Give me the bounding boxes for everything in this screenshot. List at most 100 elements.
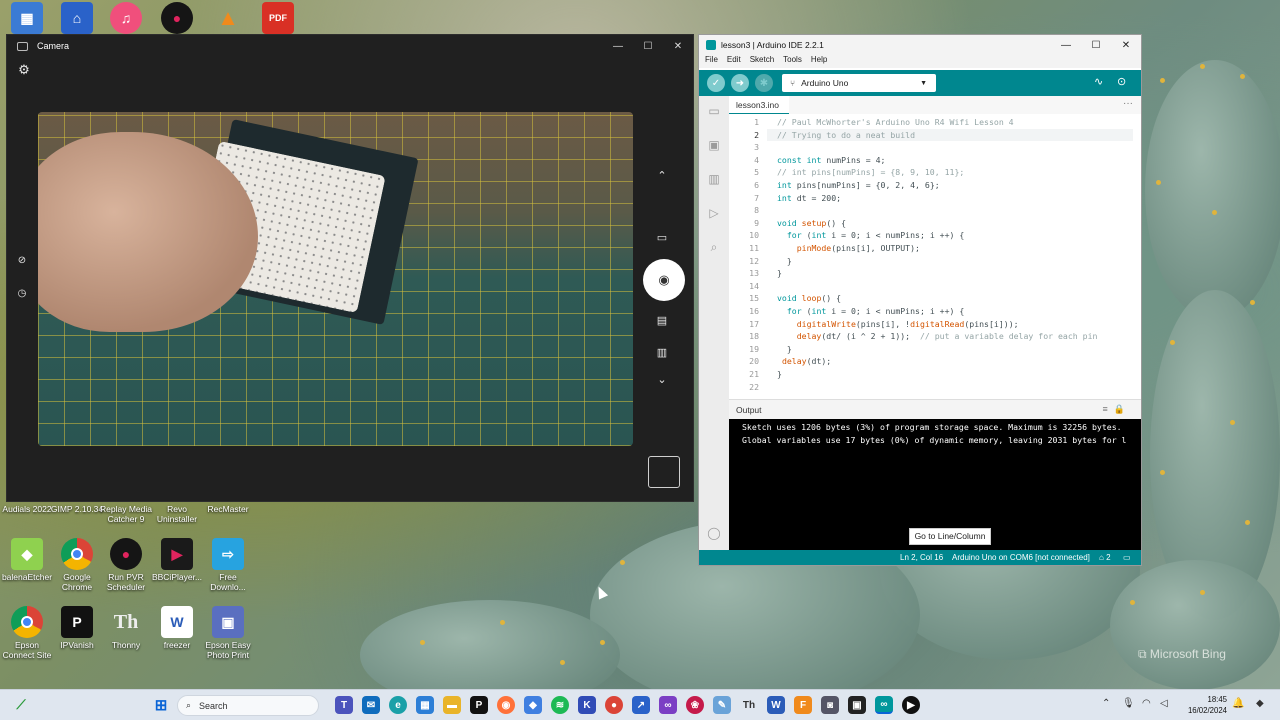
minimize-button[interactable]: — — [603, 35, 633, 57]
microphone-icon[interactable]: 🎙 — [1122, 698, 1135, 709]
clock[interactable]: 18:45 16/02/2024 — [1179, 694, 1227, 716]
arduino-ide-window[interactable]: lesson3 | Arduino IDE 2.2.1 — ☐ ✕ File E… — [698, 34, 1142, 566]
barcode-icon[interactable]: ▥ — [652, 346, 672, 359]
minimize-button[interactable]: — — [1051, 35, 1081, 55]
thonny-shortcut[interactable]: Th Thonny — [99, 606, 153, 651]
shutter-button[interactable]: ◉ — [643, 259, 685, 301]
ipvanish-shortcut[interactable]: P IPVanish — [50, 606, 104, 650]
notification-bell-icon[interactable]: 🔔 — [1232, 698, 1244, 709]
serial-monitor-icon[interactable]: ⊙ — [1117, 75, 1126, 88]
menu-tools[interactable]: Tools — [783, 55, 802, 68]
menu-file[interactable]: File — [705, 55, 718, 68]
balena-etcher-shortcut[interactable]: ◆ balenaEtcher — [0, 538, 54, 582]
mail-icon[interactable]: ✉ — [362, 696, 380, 714]
serial-plotter-icon[interactable]: ∿ — [1094, 75, 1103, 88]
kicad-icon[interactable]: K — [578, 696, 596, 714]
chrome-shortcut[interactable]: Google Chrome — [50, 538, 104, 592]
fusion-icon[interactable]: F — [794, 696, 812, 714]
output-console[interactable]: Sketch uses 1206 bytes (3%) of program s… — [729, 419, 1141, 551]
code-text: delay(dt/ (i ^ 2 + 1)); // put a variabl… — [796, 331, 1098, 342]
tray-overflow-icon[interactable]: ⌃ — [1102, 698, 1110, 709]
boards-manager-icon[interactable]: ▣ — [706, 138, 722, 154]
folder-icon[interactable]: ▭ — [706, 104, 722, 120]
gallery-thumbnail[interactable] — [648, 456, 680, 488]
go-to-line-tooltip[interactable]: Go to Line/Column — [909, 528, 991, 545]
bbc-iplayer-shortcut[interactable]: ▶ BBCiPlayer... — [150, 538, 204, 582]
vscode-blue-icon[interactable]: ◆ — [524, 696, 542, 714]
explorer-icon[interactable]: ▬ — [443, 696, 461, 714]
freezer-shortcut[interactable]: W freezer — [150, 606, 204, 650]
media-player-icon[interactable]: ▶ — [902, 696, 920, 714]
debug-side-icon[interactable]: ▷ — [706, 206, 722, 222]
pvr-scheduler-shortcut[interactable]: ● Run PVR Scheduler — [99, 538, 153, 592]
thonny-icon[interactable]: Th — [740, 696, 758, 714]
search-input[interactable]: ⌕ Search — [177, 695, 319, 716]
chrome-icon — [11, 606, 43, 638]
menu-sketch[interactable]: Sketch — [750, 55, 774, 68]
board-port-status[interactable]: Arduino Uno on COM6 [not connected] — [952, 553, 1090, 562]
toggle-output-icon[interactable]: ▭ — [1123, 553, 1131, 562]
edge-icon[interactable]: e — [389, 696, 407, 714]
chrome-icon[interactable]: ● — [605, 696, 623, 714]
menu-help[interactable]: Help — [811, 55, 827, 68]
spotify-icon[interactable]: ≋ — [551, 696, 569, 714]
remote-icon[interactable]: ↗ — [632, 696, 650, 714]
firefox-icon[interactable]: ◉ — [497, 696, 515, 714]
visual-studio-icon[interactable]: ∞ — [659, 696, 677, 714]
start-icon[interactable]: ⊞ — [152, 696, 170, 714]
weather-widget-icon[interactable]: ⟋ — [12, 696, 30, 714]
verify-button[interactable]: ✓ — [707, 74, 725, 92]
maximize-button[interactable]: ☐ — [633, 35, 663, 57]
library-manager-icon[interactable]: ▥ — [706, 172, 722, 188]
rec-shortcut[interactable]: ● — [150, 2, 204, 36]
store-icon[interactable]: ▦ — [416, 696, 434, 714]
gimp-shortcut[interactable]: GIMP 2.10.34 — [50, 504, 104, 514]
pdf-shortcut[interactable]: PDF — [251, 2, 305, 36]
account-icon[interactable]: ◯ — [706, 526, 722, 542]
p-app-icon[interactable]: P — [470, 696, 488, 714]
replay-media-shortcut[interactable]: Replay Media Catcher 9 — [99, 504, 153, 524]
itunes-shortcut[interactable]: ♫ — [99, 2, 153, 36]
audials-shortcut[interactable]: Audials 2022 — [0, 504, 54, 514]
raspberry-icon[interactable]: ❀ — [686, 696, 704, 714]
close-button[interactable]: ✕ — [663, 35, 693, 57]
hdr-off-icon[interactable]: ⊘ — [12, 255, 32, 266]
recmaster-shortcut[interactable]: RecMaster — [201, 504, 255, 514]
gear-icon[interactable]: ⚙ — [14, 62, 34, 78]
document-icon[interactable]: ▤ — [652, 314, 672, 327]
chevron-down-icon[interactable]: ⌄ — [652, 373, 672, 386]
wifi-icon[interactable]: ◠ — [1142, 698, 1151, 709]
chevron-up-icon[interactable]: ⌃ — [652, 169, 672, 182]
debug-button[interactable]: ✱ — [755, 74, 773, 92]
word-icon[interactable]: W — [767, 696, 785, 714]
epson-connect-shortcut[interactable]: Epson Connect Site — [0, 606, 54, 660]
clear-output-icon[interactable]: ≡🔒 — [1103, 404, 1131, 415]
remote-desktop-shortcut[interactable]: ⌂ — [50, 2, 104, 36]
video-icon[interactable]: ▭ — [652, 231, 672, 244]
free-download-shortcut[interactable]: ⇨ Free Downlo... — [201, 538, 255, 592]
upload-button[interactable]: ➜ — [731, 74, 749, 92]
color-icon[interactable]: ◆ — [1256, 698, 1264, 709]
camera-titlebar[interactable]: Camera — [7, 35, 693, 57]
notepad-icon[interactable]: ✎ — [713, 696, 731, 714]
revo-shortcut[interactable]: Revo Uninstaller — [150, 504, 204, 524]
control-panel-shortcut[interactable]: ▦ — [0, 2, 54, 36]
search-icon[interactable]: ⌕ — [706, 240, 722, 256]
timer-off-icon[interactable]: ◷ — [12, 288, 32, 299]
board-selector[interactable]: ⑂ Arduino Uno ▼ — [782, 74, 936, 92]
more-icon[interactable]: ··· — [1123, 98, 1133, 109]
vlc-shortcut[interactable]: ▲ — [201, 2, 255, 36]
camera-icon[interactable]: ◙ — [821, 696, 839, 714]
close-button[interactable]: ✕ — [1111, 35, 1141, 55]
menu-edit[interactable]: Edit — [727, 55, 741, 68]
epson-photo-shortcut[interactable]: ▣ Epson Easy Photo Print — [201, 606, 255, 660]
tab-lesson3[interactable]: lesson3.ino — [729, 96, 789, 114]
notifications-count[interactable]: ⌂ 2 — [1099, 553, 1111, 562]
teams-icon[interactable]: T — [335, 696, 353, 714]
camera-window[interactable]: Camera — ☐ ✕ ⚙ ⊘ ◷ ⌃ ▭ ◉ ▤ ▥ ⌄ — [6, 34, 694, 502]
capture-icon[interactable]: ▣ — [848, 696, 866, 714]
volume-icon[interactable]: ◁ — [1160, 698, 1168, 709]
arduino-icon[interactable]: ∞ — [875, 696, 893, 714]
code-editor[interactable]: 1 // Paul McWhorter's Arduino Uno R4 Wifi… — [729, 114, 1141, 399]
maximize-button[interactable]: ☐ — [1081, 35, 1111, 55]
